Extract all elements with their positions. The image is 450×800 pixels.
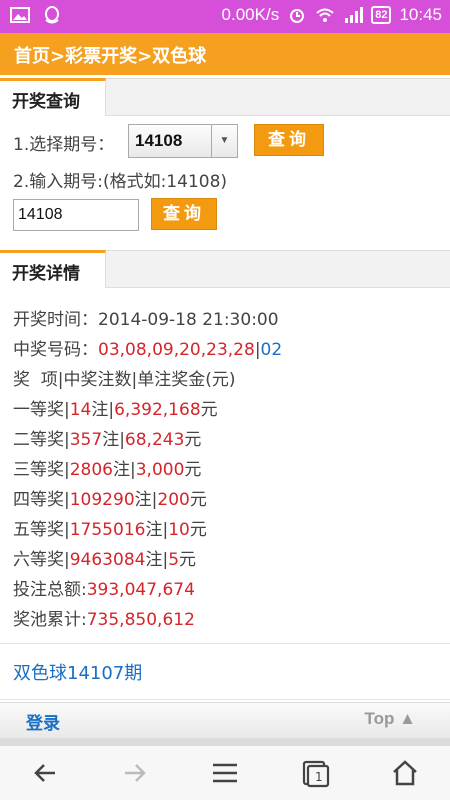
svg-text:1: 1 <box>315 770 323 784</box>
issue-select[interactable]: 14108 ▼ <box>128 124 238 158</box>
dropdown-arrow-icon: ▼ <box>211 125 237 157</box>
amount-unit: 元 <box>200 400 218 420</box>
prize-row: 三等奖|2806注|3,000元 <box>13 455 201 480</box>
tab-draw-detail[interactable]: 开奖详情 <box>0 250 106 288</box>
prize-count: 9463084 <box>69 550 146 570</box>
issue-select-value: 14108 <box>135 131 183 150</box>
back-to-top-link[interactable]: Top ▲ <box>365 709 416 729</box>
prize-row: 二等奖|357注|68,243元 <box>13 425 201 450</box>
winning-numbers-label: 中奖号码： <box>13 340 98 360</box>
prize-count: 2806 <box>69 460 113 480</box>
menu-button[interactable] <box>205 755 245 791</box>
input-issue-label: 2.输入期号:(格式如:14108) <box>13 172 228 192</box>
page-footer: 登录 Top ▲ <box>0 702 450 738</box>
signal-icon <box>345 7 364 23</box>
query-button-2[interactable]: 查询 <box>151 198 217 230</box>
prize-amount: 3,000 <box>135 460 185 480</box>
detail-section-header: 开奖详情 <box>0 250 450 288</box>
windows-icon: 1 <box>302 760 330 788</box>
previous-issue-link[interactable]: 双色球14107期 <box>13 659 142 685</box>
prize-amount: 200 <box>157 490 190 510</box>
query-section-header: 开奖查询 <box>0 78 450 116</box>
tab-draw-query[interactable]: 开奖查询 <box>0 78 106 116</box>
prize-row: 四等奖|109290注|200元 <box>13 485 207 510</box>
prize-count: 357 <box>69 430 103 450</box>
count-unit: 注 <box>102 430 120 450</box>
prize-row: 一等奖|14注|6,392,168元 <box>13 395 218 420</box>
issue-input[interactable] <box>13 199 139 231</box>
forward-button[interactable] <box>115 755 155 791</box>
divider <box>0 699 450 700</box>
total-bet-value: 393,047,674 <box>86 580 195 600</box>
prize-row: 五等奖|1755016注|10元 <box>13 515 207 540</box>
prize-count: 14 <box>69 400 92 420</box>
network-speed: 0.00K/s <box>221 5 280 24</box>
draw-time-row: 开奖时间：2014-09-18 21:30:00 <box>13 305 279 330</box>
prize-pool-row: 奖池累计:735,850,612 <box>13 605 195 630</box>
prize-pool-label: 奖池累计: <box>13 610 87 630</box>
total-bet-row: 投注总额:393,047,674 <box>13 575 195 600</box>
status-bar: 0.00K/s 82 10:45 <box>0 0 450 33</box>
count-unit: 注 <box>91 400 109 420</box>
query-button[interactable]: 查询 <box>254 124 324 156</box>
prize-name: 三等奖 <box>13 460 64 480</box>
gallery-notification-icon <box>10 7 30 23</box>
home-button[interactable] <box>385 755 425 791</box>
total-bet-label: 投注总额: <box>13 580 87 600</box>
prize-name: 一等奖 <box>13 400 64 420</box>
prize-name: 二等奖 <box>13 430 64 450</box>
draw-time-label: 开奖时间： <box>13 310 98 330</box>
windows-button[interactable]: 1 <box>295 755 335 791</box>
amount-unit: 元 <box>189 520 207 540</box>
prize-name: 四等奖 <box>13 490 64 510</box>
prize-pool-value: 735,850,612 <box>86 610 195 630</box>
clock: 10:45 <box>399 5 442 24</box>
menu-icon <box>213 763 237 783</box>
qq-notification-icon <box>45 6 59 24</box>
count-unit: 注 <box>145 520 163 540</box>
breadcrumb[interactable]: 首页>彩票开奖>双色球 <box>0 33 450 75</box>
browser-nav-bar: 1 <box>0 746 450 800</box>
home-icon <box>393 760 417 786</box>
back-button[interactable] <box>25 755 65 791</box>
count-unit: 注 <box>145 550 163 570</box>
prize-amount: 10 <box>168 520 190 540</box>
count-unit: 注 <box>113 460 130 480</box>
amount-unit: 元 <box>189 490 207 510</box>
amount-unit: 元 <box>184 460 202 480</box>
amount-unit: 元 <box>184 430 202 450</box>
footer-strip <box>0 738 450 746</box>
red-balls: 03,08,09,20,23,28 <box>98 340 255 360</box>
login-link[interactable]: 登录 <box>26 709 60 734</box>
prize-name: 五等奖 <box>13 520 64 540</box>
winning-numbers-row: 中奖号码：03,08,09,20,23,28|02 <box>13 335 282 360</box>
blue-ball: 02 <box>260 340 283 360</box>
prize-amount: 68,243 <box>124 430 185 450</box>
prize-count: 109290 <box>69 490 135 510</box>
amount-unit: 元 <box>179 550 197 570</box>
prize-amount: 6,392,168 <box>114 400 201 420</box>
prize-count: 1755016 <box>69 520 146 540</box>
wifi-icon <box>316 8 334 22</box>
arrow-right-icon <box>125 764 146 782</box>
prize-row: 六等奖|9463084注|5元 <box>13 545 196 570</box>
draw-time-value: 2014-09-18 21:30:00 <box>98 310 279 330</box>
prize-table-header: 奖 项|中奖注数|单注奖金(元) <box>13 370 236 390</box>
arrow-left-icon <box>34 764 55 782</box>
battery-icon: 82 <box>371 6 392 24</box>
select-issue-label: 1.选择期号： <box>13 135 115 155</box>
alarm-icon <box>290 9 305 23</box>
divider <box>0 643 450 644</box>
prize-name: 六等奖 <box>13 550 64 570</box>
count-unit: 注 <box>134 490 152 510</box>
prize-amount: 5 <box>168 550 180 570</box>
